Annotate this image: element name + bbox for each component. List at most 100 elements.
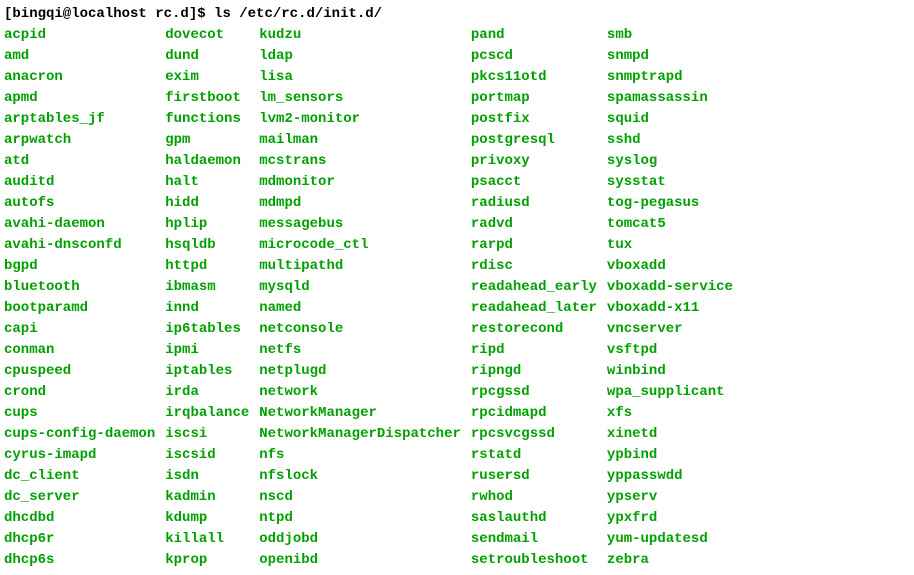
file-entry: auditd <box>4 172 155 193</box>
file-entry: saslauthd <box>471 508 597 529</box>
file-entry: httpd <box>165 256 249 277</box>
file-entry: nfs <box>259 445 461 466</box>
file-entry: tog-pegasus <box>607 193 733 214</box>
file-entry: tomcat5 <box>607 214 733 235</box>
file-entry: readahead_early <box>471 277 597 298</box>
file-entry: amd <box>4 46 155 67</box>
file-entry: atd <box>4 151 155 172</box>
file-entry: netplugd <box>259 361 461 382</box>
file-entry: microcode_ctl <box>259 235 461 256</box>
file-entry: dc_client <box>4 466 155 487</box>
file-entry: netconsole <box>259 319 461 340</box>
file-entry: squid <box>607 109 733 130</box>
file-entry: rdisc <box>471 256 597 277</box>
file-entry: setroubleshoot <box>471 550 597 571</box>
file-entry: conman <box>4 340 155 361</box>
file-entry: hidd <box>165 193 249 214</box>
file-entry: dovecot <box>165 25 249 46</box>
listing-column-4: smbsnmpdsnmptrapdspamassassinsquidsshdsy… <box>607 25 733 571</box>
file-entry: arpwatch <box>4 130 155 151</box>
file-entry: postfix <box>471 109 597 130</box>
file-entry: dhcp6r <box>4 529 155 550</box>
file-entry: named <box>259 298 461 319</box>
listing-column-2: kudzuldaplisalm_sensorslvm2-monitormailm… <box>259 25 461 571</box>
file-entry: apmd <box>4 88 155 109</box>
file-entry: netfs <box>259 340 461 361</box>
file-entry: network <box>259 382 461 403</box>
file-entry: ibmasm <box>165 277 249 298</box>
file-entry: ypxfrd <box>607 508 733 529</box>
file-entry: vncserver <box>607 319 733 340</box>
file-entry: bluetooth <box>4 277 155 298</box>
file-entry: tux <box>607 235 733 256</box>
file-entry: dhcp6s <box>4 550 155 571</box>
file-entry: isdn <box>165 466 249 487</box>
file-entry: haldaemon <box>165 151 249 172</box>
file-entry: lvm2-monitor <box>259 109 461 130</box>
file-entry: mcstrans <box>259 151 461 172</box>
file-entry: rusersd <box>471 466 597 487</box>
file-entry: functions <box>165 109 249 130</box>
file-entry: rpcidmapd <box>471 403 597 424</box>
file-entry: ntpd <box>259 508 461 529</box>
file-entry: vboxadd-service <box>607 277 733 298</box>
file-entry: irda <box>165 382 249 403</box>
file-entry: capi <box>4 319 155 340</box>
file-entry: rarpd <box>471 235 597 256</box>
file-entry: snmptrapd <box>607 67 733 88</box>
file-entry: psacct <box>471 172 597 193</box>
file-entry: yum-updatesd <box>607 529 733 550</box>
file-entry: messagebus <box>259 214 461 235</box>
file-entry: iscsi <box>165 424 249 445</box>
listing-column-0: acpidamdanacronapmdarptables_jfarpwatcha… <box>4 25 155 571</box>
file-entry: pcscd <box>471 46 597 67</box>
file-entry: dund <box>165 46 249 67</box>
file-entry: nscd <box>259 487 461 508</box>
file-entry: postgresql <box>471 130 597 151</box>
file-entry: cpuspeed <box>4 361 155 382</box>
file-entry: sshd <box>607 130 733 151</box>
file-entry: exim <box>165 67 249 88</box>
file-entry: mdmonitor <box>259 172 461 193</box>
file-entry: ip6tables <box>165 319 249 340</box>
file-entry: wpa_supplicant <box>607 382 733 403</box>
file-entry: NetworkManager <box>259 403 461 424</box>
prompt-command: ls /etc/rc.d/init.d/ <box>214 6 382 22</box>
file-entry: avahi-daemon <box>4 214 155 235</box>
file-entry: crond <box>4 382 155 403</box>
file-entry: oddjobd <box>259 529 461 550</box>
file-entry: mdmpd <box>259 193 461 214</box>
file-entry: iptables <box>165 361 249 382</box>
file-entry: zebra <box>607 550 733 571</box>
file-entry: halt <box>165 172 249 193</box>
file-entry: bootparamd <box>4 298 155 319</box>
file-entry: kdump <box>165 508 249 529</box>
file-entry: avahi-dnsconfd <box>4 235 155 256</box>
file-entry: kadmin <box>165 487 249 508</box>
file-entry: vboxadd-x11 <box>607 298 733 319</box>
file-entry: yppasswdd <box>607 466 733 487</box>
file-entry: firstboot <box>165 88 249 109</box>
prompt-user-host: [bingqi@localhost rc.d]$ <box>4 6 206 22</box>
file-entry: mailman <box>259 130 461 151</box>
file-entry: pkcs11otd <box>471 67 597 88</box>
file-entry: multipathd <box>259 256 461 277</box>
file-entry: radiusd <box>471 193 597 214</box>
file-entry: autofs <box>4 193 155 214</box>
file-entry: ipmi <box>165 340 249 361</box>
file-entry: innd <box>165 298 249 319</box>
file-entry: kprop <box>165 550 249 571</box>
listing-column-1: dovecotdundeximfirstbootfunctionsgpmhald… <box>165 25 249 571</box>
file-entry: anacron <box>4 67 155 88</box>
file-entry: smb <box>607 25 733 46</box>
file-entry: dhcdbd <box>4 508 155 529</box>
file-entry: sendmail <box>471 529 597 550</box>
file-entry: cups-config-daemon <box>4 424 155 445</box>
file-entry: ripd <box>471 340 597 361</box>
directory-listing: acpidamdanacronapmdarptables_jfarpwatcha… <box>4 25 910 571</box>
file-entry: gpm <box>165 130 249 151</box>
file-entry: nfslock <box>259 466 461 487</box>
file-entry: hplip <box>165 214 249 235</box>
file-entry: iscsid <box>165 445 249 466</box>
file-entry: rpcgssd <box>471 382 597 403</box>
